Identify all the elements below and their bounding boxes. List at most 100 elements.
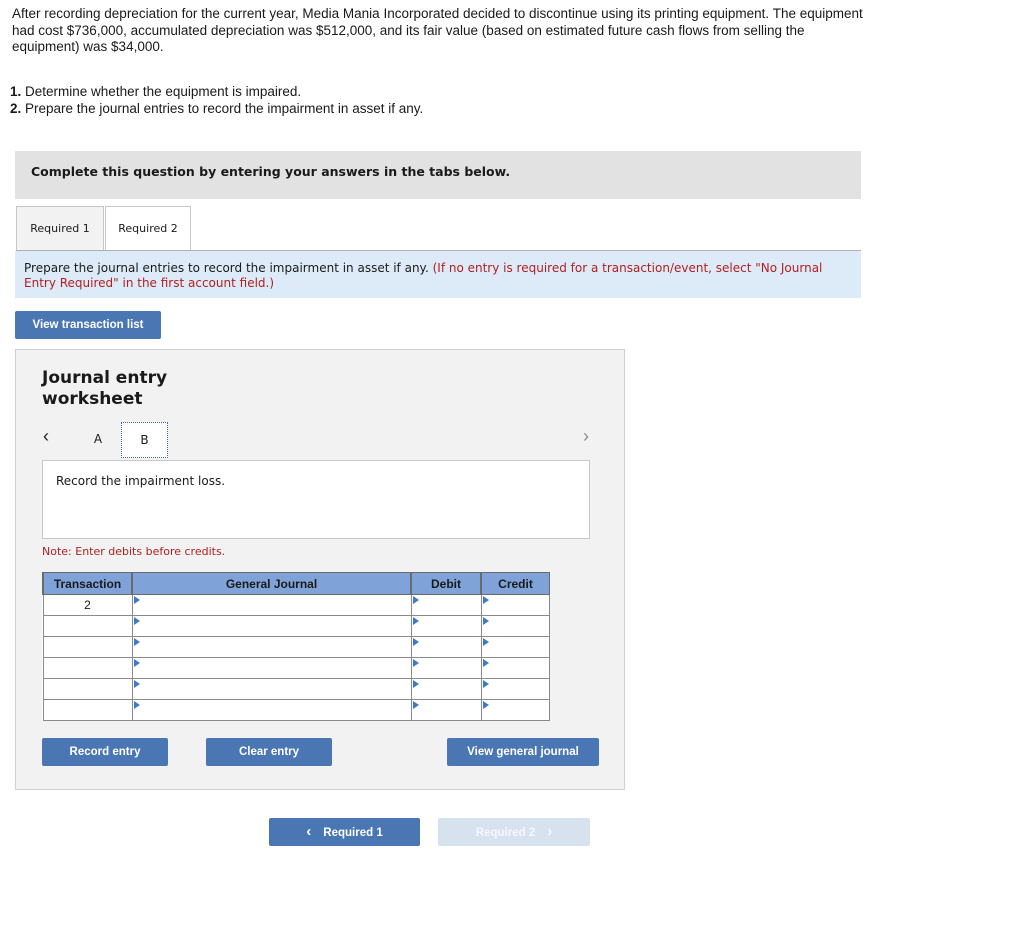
chevron-right-icon: › (547, 823, 553, 840)
account-select[interactable] (131, 594, 412, 616)
debit-input[interactable] (410, 678, 482, 700)
journal-row (42, 636, 550, 658)
credit-input-value[interactable] (482, 616, 550, 636)
banner-text: Complete this question by entering your … (31, 164, 511, 179)
account-select[interactable] (131, 699, 412, 721)
view-transaction-list-button[interactable]: View transaction list (15, 311, 161, 339)
debit-input-value[interactable] (412, 637, 481, 657)
record-entry-button[interactable]: Record entry (42, 738, 168, 766)
instruction-banner: Complete this question by entering your … (15, 151, 861, 199)
requirement-number: 1. (10, 84, 22, 99)
dropdown-marker-icon (133, 617, 140, 625)
journal-row (42, 678, 550, 700)
account-select-value[interactable] (133, 595, 411, 615)
chevron-left-icon: ‹ (306, 823, 312, 840)
requirement-text: Prepare the journal entries to record th… (25, 101, 424, 116)
worksheet-step-b[interactable]: B (121, 422, 168, 458)
entry-description-box: Record the impairment loss. (42, 460, 590, 539)
debit-input[interactable] (410, 636, 482, 658)
header-transaction: Transaction (42, 572, 133, 595)
prev-button-label: Required 1 (323, 827, 383, 839)
dropdown-marker-icon (133, 701, 140, 709)
journal-row: 2 (42, 594, 550, 616)
journal-row (42, 615, 550, 637)
transaction-cell (42, 657, 133, 679)
dropdown-marker-icon (482, 701, 489, 709)
account-select-value[interactable] (133, 637, 411, 657)
account-select[interactable] (131, 636, 412, 658)
problem-intro: After recording depreciation for the cur… (12, 6, 863, 54)
dropdown-marker-icon (412, 617, 419, 625)
next-required-2-button[interactable]: Required 2 › (438, 818, 590, 846)
dropdown-marker-icon (482, 596, 489, 604)
account-select-value[interactable] (133, 700, 411, 720)
account-select-value[interactable] (133, 679, 411, 699)
account-select[interactable] (131, 678, 412, 700)
instructions-main: Prepare the journal entries to record th… (24, 261, 429, 275)
journal-row (42, 699, 550, 721)
requirement-item: 1. Determine whether the equipment is im… (10, 83, 423, 100)
dropdown-marker-icon (133, 596, 140, 604)
credit-input[interactable] (480, 678, 550, 700)
view-general-journal-button[interactable]: View general journal (447, 738, 599, 766)
credit-input[interactable] (480, 594, 550, 616)
tab-required-2[interactable]: Required 2 (105, 206, 191, 252)
dropdown-marker-icon (482, 659, 489, 667)
header-credit: Credit (480, 572, 550, 595)
account-select-value[interactable] (133, 616, 411, 636)
chevron-right-icon[interactable]: › (583, 426, 589, 447)
clear-entry-button[interactable]: Clear entry (206, 738, 332, 766)
transaction-cell: 2 (42, 594, 133, 616)
debit-input-value[interactable] (412, 679, 481, 699)
requirements-list: 1. Determine whether the equipment is im… (10, 83, 423, 117)
credit-input-value[interactable] (482, 595, 550, 615)
journal-entry-worksheet-panel: Journal entry worksheet ‹ A B › Record t… (15, 349, 625, 790)
debit-input[interactable] (410, 657, 482, 679)
entry-description: Record the impairment loss. (56, 474, 226, 488)
credit-input-value[interactable] (482, 637, 550, 657)
dropdown-marker-icon (412, 596, 419, 604)
prev-required-1-button[interactable]: ‹ Required 1 (269, 818, 420, 846)
credit-input[interactable] (480, 636, 550, 658)
transaction-cell (42, 699, 133, 721)
chevron-left-icon[interactable]: ‹ (43, 426, 49, 447)
next-button-label: Required 2 (475, 827, 536, 839)
transaction-cell (42, 636, 133, 658)
account-select[interactable] (131, 615, 412, 637)
worksheet-step-a[interactable]: A (86, 432, 110, 446)
debit-input[interactable] (410, 615, 482, 637)
transaction-cell (42, 678, 133, 700)
debit-input-value[interactable] (412, 616, 481, 636)
credit-input[interactable] (480, 699, 550, 721)
dropdown-marker-icon (482, 638, 489, 646)
header-debit: Debit (410, 572, 482, 595)
dropdown-marker-icon (412, 680, 419, 688)
journal-row (42, 657, 550, 679)
debit-input-value[interactable] (412, 658, 481, 678)
journal-table-header: Transaction General Journal Debit Credit (42, 572, 550, 595)
requirement-text: Determine whether the equipment is impai… (25, 84, 302, 99)
credit-input-value[interactable] (482, 679, 550, 699)
dropdown-marker-icon (133, 659, 140, 667)
worksheet-title: Journal entry worksheet (42, 368, 168, 409)
dropdown-marker-icon (412, 638, 419, 646)
credit-input-value[interactable] (482, 700, 550, 720)
account-select-value[interactable] (133, 658, 411, 678)
dropdown-marker-icon (412, 659, 419, 667)
requirement-item: 2. Prepare the journal entries to record… (10, 100, 423, 117)
tab-required-1[interactable]: Required 1 (16, 206, 104, 250)
debit-input-value[interactable] (412, 700, 481, 720)
dropdown-marker-icon (133, 638, 140, 646)
requirement-number: 2. (10, 101, 22, 116)
debits-credits-note: Note: Enter debits before credits. (42, 545, 226, 558)
credit-input[interactable] (480, 615, 550, 637)
dropdown-marker-icon (133, 680, 140, 688)
debit-input-value[interactable] (412, 595, 481, 615)
credit-input-value[interactable] (482, 658, 550, 678)
transaction-cell (42, 615, 133, 637)
dropdown-marker-icon (412, 701, 419, 709)
debit-input[interactable] (410, 699, 482, 721)
account-select[interactable] (131, 657, 412, 679)
credit-input[interactable] (480, 657, 550, 679)
debit-input[interactable] (410, 594, 482, 616)
